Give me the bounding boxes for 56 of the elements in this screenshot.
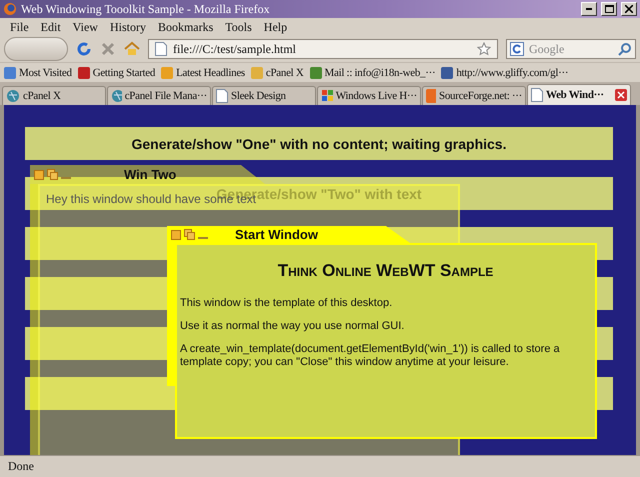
browser-tab[interactable]: Sleek Design (212, 86, 316, 105)
status-text: Done (8, 459, 34, 474)
page-icon (531, 88, 543, 102)
close-icon (625, 5, 633, 13)
logo-icon (426, 89, 436, 103)
star-icon[interactable] (477, 42, 491, 56)
page-icon (155, 42, 167, 56)
reload-icon[interactable] (76, 41, 92, 57)
restore-icon[interactable] (184, 229, 195, 240)
browser-tab[interactable]: cPanel X (2, 86, 106, 105)
window-heading: Think Online WebWT Sample (276, 261, 494, 281)
bookmark-link[interactable]: Latest Headlines (161, 66, 245, 78)
search-icon[interactable] (618, 42, 632, 56)
minimize-icon (586, 8, 592, 10)
bookmark-link[interactable]: Most Visited (4, 66, 72, 78)
close-tab-icon[interactable] (615, 89, 627, 101)
paragraph: Use it as normal the way you use normal GUI. (180, 320, 406, 333)
address-field[interactable]: file:///C:/test/sample.html (148, 39, 498, 59)
menu-item[interactable]: Bookmarks (152, 20, 220, 34)
bookmark-link[interactable]: cPanel X (250, 66, 304, 78)
maximize-button[interactable] (601, 2, 617, 16)
stop-icon[interactable] (100, 41, 116, 57)
menu-item[interactable]: Help (258, 20, 294, 34)
paragraph: A create_win_template(document.getElementById('win_1')) is called to store a template copy; you can "Close" this window anytime at your leisure. (180, 343, 561, 369)
paragraph: This window is the template of this desktop. (180, 297, 394, 310)
window-icon[interactable] (171, 230, 181, 240)
menu-item[interactable]: Edit (34, 20, 67, 34)
close-button[interactable] (621, 2, 637, 16)
window-icon[interactable] (34, 170, 44, 180)
search-input[interactable]: Google (527, 40, 615, 58)
back-forward-button[interactable] (4, 37, 68, 61)
bookmark-link[interactable]: http://www.gliffy.com/gl··· (441, 66, 568, 78)
browser-tab[interactable]: Web Wind··· (527, 84, 631, 105)
search-field[interactable]: Google (506, 39, 636, 59)
browser-tab[interactable]: SourceForge.net: ··· (422, 86, 526, 105)
maximize-icon (604, 5, 614, 13)
flag-icon (321, 89, 333, 103)
title-tab-dialog[interactable]: Start Window (167, 226, 410, 243)
window-title: Web Windowing Tooolkit Sample - Mozilla Firefox (21, 2, 271, 16)
bookmark-link[interactable]: Mail :: info@i18n-web_··· (310, 66, 436, 78)
menu-item[interactable]: File (4, 20, 35, 34)
search-engine-icon[interactable] (510, 42, 524, 56)
globe-icon (111, 89, 122, 103)
home-icon[interactable] (124, 41, 140, 57)
page-icon (216, 89, 228, 103)
menu-item[interactable]: Tools (219, 20, 258, 34)
minimize-button[interactable] (581, 2, 597, 16)
bookmark-link[interactable]: Getting Started (78, 66, 156, 78)
generate-bar[interactable]: Generate/show "One" with no content; waiting graphics. (25, 127, 613, 160)
globe-icon (6, 89, 20, 103)
menu-item[interactable]: View (66, 20, 104, 34)
menu-item[interactable]: History (104, 20, 152, 34)
browser-tab[interactable]: cPanel File Mana··· (107, 86, 211, 105)
browser-tab[interactable]: Windows Live H··· (317, 86, 421, 105)
browser-logo-icon (3, 2, 17, 16)
restore-icon[interactable] (47, 169, 58, 180)
